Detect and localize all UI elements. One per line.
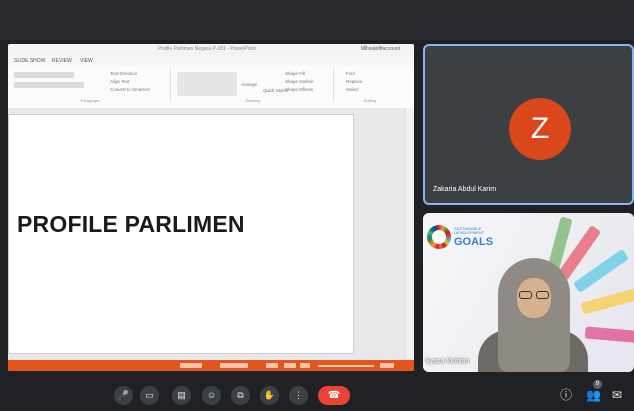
convert-smartart-button: Convert to SmartArt — [110, 87, 150, 92]
presentation-tile: Profile Parlimen Negara P-181 - PowerPoi… — [8, 44, 414, 371]
end-call-button[interactable]: ☎ — [318, 386, 350, 405]
group-label: Paragraph — [80, 98, 100, 103]
shape-effects-button: Shape Effects — [285, 87, 313, 92]
call-controls-bar: 🎤 ▭ ▤ ☺ ⧉ ✋ ⋮ ☎ ⓘ 👥 9 ✉ — [0, 374, 634, 411]
ribbon-group-paragraph: Text Direction Align Text Convert to Sma… — [10, 68, 171, 103]
group-label: Editing — [363, 98, 377, 103]
sdg-logo-goals: GOALS — [454, 236, 494, 248]
arrange-button: Arrange — [241, 82, 258, 87]
more-options-button[interactable]: ⋮ — [289, 386, 308, 405]
present-screen-icon: ⧉ — [237, 390, 244, 400]
emoji-button[interactable]: ☺ — [202, 386, 221, 405]
shape-fill-button: Shape Fill — [285, 71, 306, 76]
emoji-icon: ☺ — [206, 390, 217, 400]
slide: PROFILE PARLIMEN — [8, 114, 354, 354]
camera-icon: ▭ — [145, 390, 154, 400]
account-label: Microsoft account — [360, 46, 400, 52]
present-button[interactable]: ⧉ — [231, 386, 250, 405]
people-button[interactable]: 👥 — [586, 388, 601, 402]
participant-tile-zakaria[interactable]: Z Zakaria Abdul Karim — [423, 44, 634, 205]
captions-button[interactable]: ▤ — [172, 386, 191, 405]
vertical-scrollbar — [405, 108, 414, 360]
camera-button[interactable]: ▭ — [140, 386, 159, 405]
microphone-icon: 🎤 — [117, 390, 130, 400]
ribbon: Text Direction Align Text Convert to Sma… — [8, 66, 414, 109]
participant-tile-syaza[interactable]: SUSTAINABLE DEVELOPMENT GOALS Syaza Muhl… — [423, 213, 634, 372]
top-bar — [0, 0, 634, 40]
slide-title: PROFILE PARLIMEN — [17, 211, 245, 237]
window-title: Profile Parlimen Negara P-181 - PowerPoi… — [158, 46, 256, 52]
sdg-logo-text: SUSTAINABLE DEVELOPMENT — [454, 226, 485, 235]
chat-button[interactable]: ✉ — [612, 388, 622, 402]
tab-view: VIEW — [80, 58, 93, 64]
tab-review: REVIEW — [52, 58, 72, 64]
find-button: Find — [346, 71, 355, 76]
info-icon: ⓘ — [560, 388, 573, 402]
align-text-button: Align Text — [110, 79, 130, 84]
participant-count-badge: 9 — [593, 380, 602, 389]
people-icon: 👥 — [586, 388, 601, 402]
participant-name: Zakaria Abdul Karim — [433, 186, 497, 193]
slide-editor: PROFILE PARLIMEN — [8, 108, 414, 360]
participant-video — [478, 248, 588, 372]
more-vert-icon: ⋮ — [294, 390, 303, 400]
ribbon-group-drawing: Arrange Quick Styles Shape Fill Shape Ou… — [173, 68, 334, 103]
raise-hand-button[interactable]: ✋ — [260, 386, 279, 405]
info-button[interactable]: ⓘ — [560, 388, 572, 402]
participant-name: Syaza Muhlan — [425, 358, 470, 365]
sdg-wheel-icon — [427, 225, 451, 249]
hand-icon: ✋ — [263, 390, 276, 400]
captions-icon: ▤ — [177, 390, 186, 400]
ribbon-tabs: SLIDE SHOW REVIEW VIEW — [8, 56, 414, 66]
chat-icon: ✉ — [612, 388, 623, 402]
ribbon-group-editing: Find Replace Select Editing — [338, 68, 402, 103]
microphone-button[interactable]: 🎤 — [114, 386, 133, 405]
replace-button: Replace — [346, 79, 363, 84]
tab-slide-show: SLIDE SHOW — [14, 58, 46, 64]
status-bar — [8, 360, 414, 371]
text-direction-button: Text Direction — [110, 71, 138, 76]
shape-outline-button: Shape Outline — [285, 79, 314, 84]
phone-hangup-icon: ☎ — [327, 390, 341, 401]
group-label: Drawing — [245, 98, 261, 103]
select-button: Select — [346, 87, 359, 92]
avatar: Z — [509, 98, 571, 160]
